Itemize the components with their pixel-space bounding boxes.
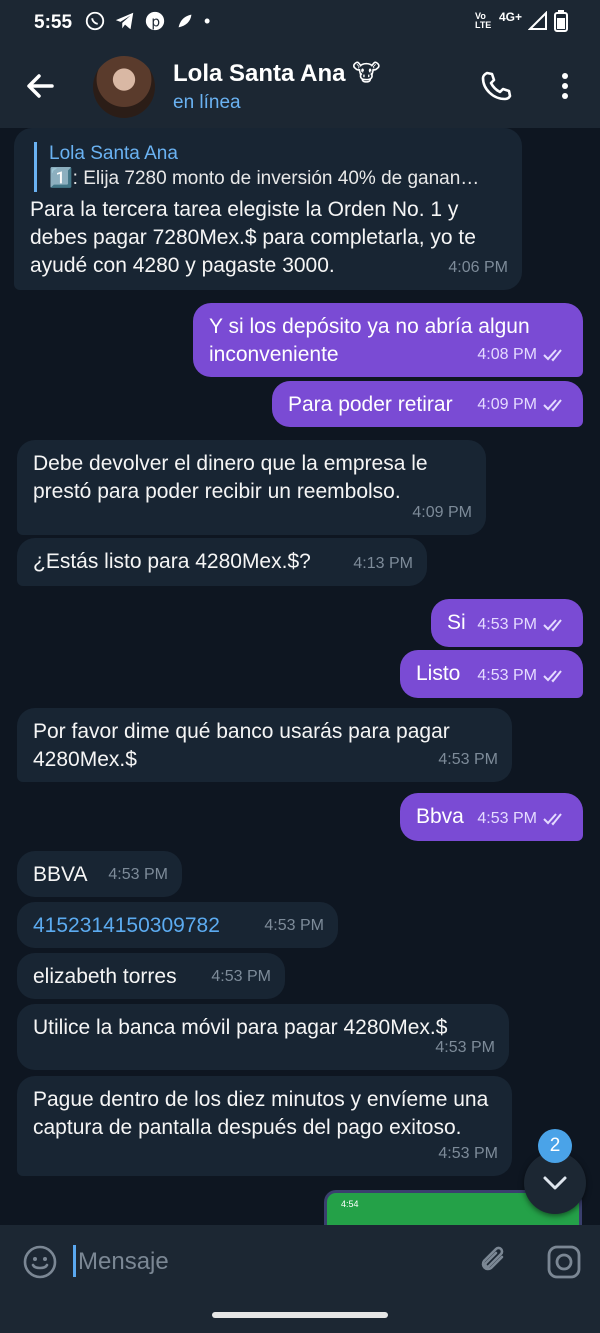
message-bubble[interactable]: ¿Estás listo para 4280Mex.$? 4:13 PM bbox=[17, 538, 427, 586]
message-bubble[interactable]: Listo 4:53 PM bbox=[400, 650, 583, 698]
reply-preview[interactable]: Lola Santa Ana 1️⃣: Elija 7280 monto de … bbox=[34, 142, 506, 192]
avatar[interactable] bbox=[93, 56, 155, 118]
message-time: 4:53 PM bbox=[211, 968, 271, 985]
message-input[interactable] bbox=[76, 1243, 460, 1281]
message-composer bbox=[0, 1225, 600, 1299]
battery-icon bbox=[554, 10, 568, 32]
double-check-icon bbox=[543, 399, 562, 412]
chat-title[interactable]: Lola Santa Ana 🐮 bbox=[173, 59, 381, 88]
notification-icons: p • bbox=[84, 10, 210, 32]
phone-icon[interactable] bbox=[478, 68, 514, 104]
back-arrow-icon[interactable] bbox=[22, 68, 58, 104]
paperclip-icon[interactable] bbox=[476, 1243, 512, 1279]
message-bubble[interactable]: Si 4:53 PM bbox=[431, 599, 583, 647]
message-time: 4:53 PM bbox=[477, 616, 537, 633]
volte-badge: Vo LTE bbox=[474, 11, 492, 30]
message-time: 4:53 PM bbox=[435, 1039, 495, 1056]
double-check-icon bbox=[543, 349, 562, 362]
message-text: Pague dentro de los diez minutos y envíe… bbox=[33, 1088, 489, 1139]
message-bubble[interactable]: Por favor dime qué banco usarás para pag… bbox=[17, 708, 512, 782]
message-bubble[interactable]: Pague dentro de los diez minutos y envíe… bbox=[17, 1076, 512, 1176]
message-text: Por favor dime qué banco usarás para pag… bbox=[33, 720, 450, 771]
status-dot: • bbox=[204, 10, 211, 31]
unread-count-badge: 2 bbox=[538, 1129, 572, 1163]
contact-name: Lola Santa Ana bbox=[173, 60, 346, 87]
message-time: 4:13 PM bbox=[353, 555, 413, 572]
status-bar: 5:55 p • Vo LTE 4G+ bbox=[0, 0, 600, 46]
message-bubble[interactable]: Utilice la banca móvil para pagar 4280Me… bbox=[17, 1004, 509, 1070]
system-icons: Vo LTE 4G+ bbox=[475, 10, 568, 32]
message-bubble[interactable]: Debe devolver el dinero que la empresa l… bbox=[17, 440, 486, 535]
signal-icon bbox=[528, 11, 547, 30]
message-bubble[interactable]: 4152314150309782 4:53 PM bbox=[17, 902, 338, 948]
emoji-icon[interactable] bbox=[22, 1244, 58, 1280]
message-bubble[interactable]: Lola Santa Ana 1️⃣: Elija 7280 monto de … bbox=[14, 128, 522, 290]
message-bubble[interactable]: BBVA 4:53 PM bbox=[17, 851, 182, 897]
pinterest-icon: p bbox=[145, 11, 165, 31]
message-time: 4:53 PM bbox=[438, 751, 498, 768]
message-time: 4:53 PM bbox=[477, 667, 537, 684]
network-type: 4G+ bbox=[498, 10, 522, 24]
reply-text: 1️⃣: Elija 7280 monto de inversión 40% d… bbox=[49, 168, 480, 189]
svg-text:p: p bbox=[151, 15, 160, 31]
message-text: Para la tercera tarea elegiste la Orden … bbox=[30, 198, 476, 277]
message-time: 4:53 PM bbox=[438, 1145, 498, 1162]
whatsapp-icon bbox=[85, 11, 105, 31]
chat-app-icon bbox=[178, 14, 192, 28]
message-bubble[interactable]: elizabeth torres 4:53 PM bbox=[17, 953, 285, 999]
contact-emoji: 🐮 bbox=[352, 60, 381, 87]
message-time: 4:53 PM bbox=[108, 866, 168, 883]
home-gesture-bar[interactable] bbox=[212, 1312, 388, 1318]
message-time: 4:08 PM bbox=[477, 346, 537, 363]
message-time: 4:53 PM bbox=[477, 810, 537, 827]
reply-sender: Lola Santa Ana bbox=[49, 143, 178, 164]
message-list[interactable]: Lola Santa Ana 1️⃣: Elija 7280 monto de … bbox=[0, 128, 600, 1225]
status-time: 5:55 bbox=[34, 12, 73, 33]
double-check-icon bbox=[543, 619, 562, 632]
message-time: 4:53 PM bbox=[264, 917, 324, 934]
telegram-icon bbox=[115, 12, 134, 30]
camera-icon[interactable] bbox=[545, 1243, 583, 1281]
system-nav-bar bbox=[0, 1299, 600, 1333]
message-bubble[interactable]: Bbva 4:53 PM bbox=[400, 793, 583, 841]
message-time: 4:09 PM bbox=[412, 504, 472, 521]
message-bubble[interactable]: Y si los depósito ya no abría algun inco… bbox=[193, 303, 583, 377]
chevron-down-icon bbox=[543, 1176, 567, 1190]
more-vert-icon[interactable] bbox=[553, 68, 577, 104]
message-bubble[interactable]: Para poder retirar 4:09 PM bbox=[272, 381, 583, 427]
double-check-icon bbox=[543, 670, 562, 683]
message-time: 4:06 PM bbox=[448, 259, 508, 276]
message-text: Debe devolver el dinero que la empresa l… bbox=[33, 452, 428, 503]
double-check-icon bbox=[543, 813, 562, 826]
preview-time: 4:54 bbox=[341, 1199, 359, 1209]
chat-header: Lola Santa Ana 🐮 en línea bbox=[0, 46, 600, 128]
message-time: 4:09 PM bbox=[477, 396, 537, 413]
contact-status: en línea bbox=[173, 92, 241, 113]
message-text: Utilice la banca móvil para pagar 4280Me… bbox=[33, 1016, 448, 1039]
